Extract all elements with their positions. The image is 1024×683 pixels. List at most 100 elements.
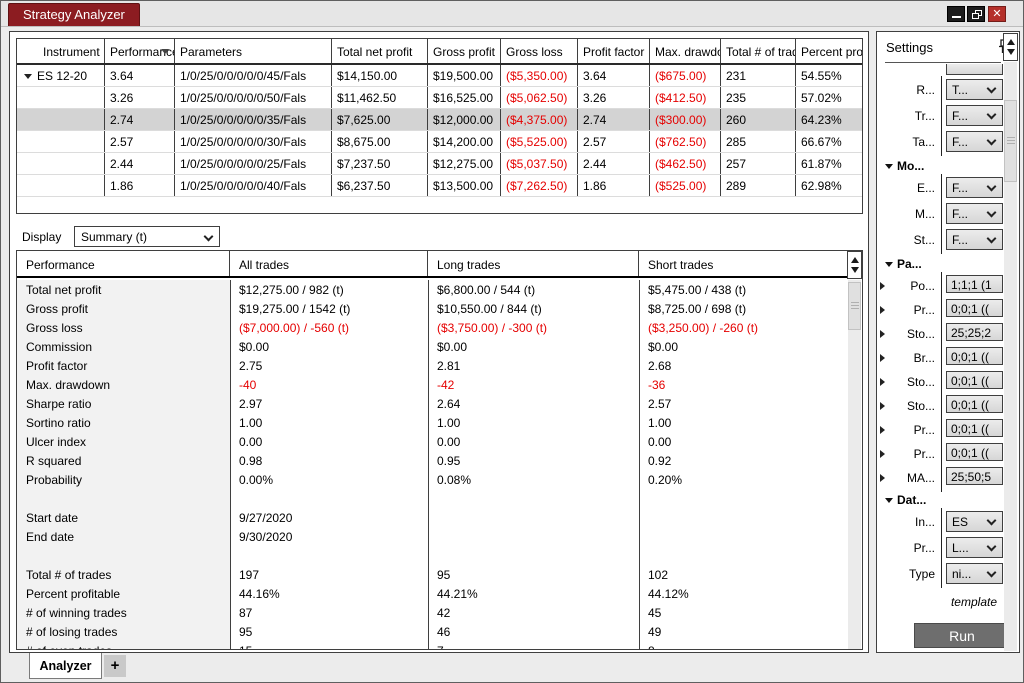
template-link[interactable]: template: [951, 595, 997, 609]
window-title[interactable]: Strategy Analyzer: [8, 3, 140, 26]
short-trades-value: 49: [648, 625, 662, 639]
expand-icon[interactable]: [880, 282, 885, 290]
setting-dropdown[interactable]: T...: [946, 79, 1003, 100]
column-header-instrument[interactable]: Instrument: [17, 39, 105, 63]
tab-analyzer[interactable]: Analyzer: [29, 653, 102, 679]
setting-value-field[interactable]: 0;0;1 ((: [946, 371, 1003, 389]
expand-icon[interactable]: [880, 378, 885, 386]
close-button[interactable]: ✕: [988, 6, 1006, 22]
scroll-up-icon[interactable]: [1007, 39, 1015, 45]
settings-scrollbar[interactable]: [1004, 62, 1017, 651]
column-header-gross-profit[interactable]: Gross profit: [428, 39, 501, 63]
chevron-down-icon: [986, 567, 997, 578]
summary-scrollbar-thumb[interactable]: [848, 282, 861, 330]
settings-section-dat[interactable]: Dat...: [883, 493, 1003, 509]
all-trades-value: -40: [239, 378, 257, 392]
minimize-button[interactable]: [947, 6, 965, 22]
column-header-performance[interactable]: Performance: [105, 39, 175, 63]
expand-icon[interactable]: [880, 330, 885, 338]
metric-label: End date: [26, 530, 75, 544]
column-header-max-drawdown[interactable]: Max. drawdown: [650, 39, 721, 63]
collapse-icon[interactable]: [885, 262, 893, 267]
gross-loss-cell: ($5,525.00): [501, 131, 578, 152]
scroll-up-icon[interactable]: [851, 257, 859, 263]
results-row[interactable]: 1.86 1/0/25/0/0/0/0/0/40/Fals $6,237.50 $13…: [17, 175, 862, 197]
long-trades-value: 44.21%: [437, 587, 478, 601]
add-tab-button[interactable]: +: [104, 655, 126, 677]
collapse-icon[interactable]: [885, 164, 893, 169]
settings-section-mo[interactable]: Mo...: [883, 159, 1003, 175]
setting-dropdown[interactable]: F...: [946, 131, 1003, 152]
results-row[interactable]: 2.74 1/0/25/0/0/0/0/0/35/Fals $7,625.00 $12…: [17, 109, 862, 131]
summary-scrollbar[interactable]: [848, 280, 861, 649]
expand-icon[interactable]: [880, 402, 885, 410]
column-header-total-net-profit[interactable]: Total net profit: [332, 39, 428, 63]
summary-row: Total # of trades 197 95 102: [17, 565, 862, 584]
column-header-profit-factor[interactable]: Profit factor: [578, 39, 650, 63]
all-trades-value: [230, 546, 428, 565]
summary-column-header-short-trades[interactable]: Short trades: [639, 251, 862, 276]
performance-cell: 2.74: [105, 109, 175, 130]
setting-value: 0;0;1 ((: [951, 374, 990, 388]
title-bar[interactable]: Strategy Analyzer ✕: [1, 1, 1023, 27]
setting-value-field[interactable]: 0;0;1 ((: [946, 443, 1003, 461]
summary-column-header-all-trades[interactable]: All trades: [230, 251, 428, 276]
strategy-analyzer-window: Strategy Analyzer ✕ Instrument Performanc…: [0, 0, 1024, 683]
setting-value-field[interactable]: 25;50;5: [946, 467, 1003, 485]
long-trades-value: 0.00: [437, 435, 461, 449]
setting-label: Tr...: [914, 109, 935, 123]
setting-label: Pr...: [913, 447, 935, 461]
short-trades-value: [639, 527, 862, 546]
restore-button[interactable]: [967, 6, 985, 22]
setting-dropdown[interactable]: F...: [946, 105, 1003, 126]
collapse-icon[interactable]: [885, 498, 893, 503]
setting-value-field[interactable]: 0;0;1 ((: [946, 347, 1003, 365]
run-button[interactable]: Run: [914, 623, 1010, 648]
setting-value: L...: [952, 541, 969, 555]
column-header-percent-profitable[interactable]: Percent profitable: [796, 39, 862, 63]
divider: [941, 464, 942, 492]
settings-row: In... ES: [877, 508, 1005, 536]
results-row[interactable]: 2.57 1/0/25/0/0/0/0/0/30/Fals $8,675.00 $14…: [17, 131, 862, 153]
settings-title: Settings: [886, 40, 933, 55]
setting-value-field[interactable]: 0;0;1 ((: [946, 299, 1003, 317]
column-header-total-of-trades[interactable]: Total # of trades: [721, 39, 796, 63]
column-header-gross-loss[interactable]: Gross loss: [501, 39, 578, 63]
main-panel: Instrument Performance Parameters Total net…: [9, 31, 869, 653]
column-header-parameters[interactable]: Parameters: [175, 39, 332, 63]
partial-dropdown[interactable]: [946, 64, 1003, 75]
settings-section-pa[interactable]: Pa...: [883, 257, 1003, 273]
setting-dropdown[interactable]: F...: [946, 203, 1003, 224]
expand-icon[interactable]: [880, 354, 885, 362]
chevron-down-icon: [203, 231, 214, 242]
results-row[interactable]: 3.26 1/0/25/0/0/0/0/0/50/Fals $11,462.50 $1…: [17, 87, 862, 109]
setting-dropdown[interactable]: ni...: [946, 563, 1003, 584]
setting-dropdown[interactable]: F...: [946, 177, 1003, 198]
setting-dropdown[interactable]: F...: [946, 229, 1003, 250]
setting-dropdown[interactable]: ES: [946, 511, 1003, 532]
expand-icon[interactable]: [880, 474, 885, 482]
scroll-down-icon[interactable]: [1007, 49, 1015, 55]
results-row[interactable]: 2.44 1/0/25/0/0/0/0/0/25/Fals $7,237.50 $12…: [17, 153, 862, 175]
max-drawdown-cell: ($412.50): [650, 87, 721, 108]
scroll-down-icon[interactable]: [851, 267, 859, 273]
expand-icon[interactable]: [880, 450, 885, 458]
setting-value-field[interactable]: 1;1;1 (1: [946, 275, 1003, 293]
short-trades-value: $0.00: [648, 340, 679, 354]
percent-profitable-cell: 62.98%: [801, 179, 842, 193]
summary-column-header-performance[interactable]: Performance: [17, 251, 230, 276]
setting-value-field[interactable]: 0;0;1 ((: [946, 395, 1003, 413]
row-expander-icon[interactable]: [24, 74, 32, 79]
setting-dropdown[interactable]: L...: [946, 537, 1003, 558]
expand-icon[interactable]: [880, 306, 885, 314]
setting-value-field[interactable]: 25;25;2: [946, 323, 1003, 341]
summary-row: Start date 9/27/2020: [17, 508, 862, 527]
summary-column-header-long-trades[interactable]: Long trades: [428, 251, 639, 276]
expand-icon[interactable]: [880, 426, 885, 434]
setting-value-field[interactable]: 0;0;1 ((: [946, 419, 1003, 437]
performance-cell: 3.64: [105, 65, 175, 86]
divider: [885, 62, 1001, 63]
settings-scrollbar-thumb[interactable]: [1004, 100, 1017, 182]
results-row[interactable]: ES 12-20 3.64 1/0/25/0/0/0/0/0/45/Fals $14,…: [17, 65, 862, 87]
display-dropdown[interactable]: Summary (t): [74, 226, 220, 247]
